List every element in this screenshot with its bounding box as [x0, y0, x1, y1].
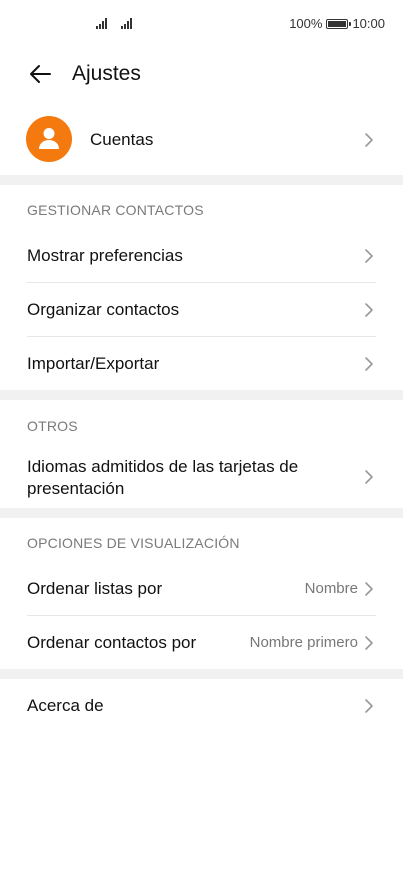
section-header-manage: GESTIONAR CONTACTOS	[27, 202, 204, 218]
chevron-right-icon	[363, 301, 375, 319]
row-organize-contacts[interactable]: Organizar contactos	[0, 284, 403, 336]
row-sort-lists[interactable]: Ordenar listas por Nombre	[0, 563, 403, 615]
section-gap	[0, 390, 403, 400]
battery-percent: 100%	[289, 16, 323, 31]
chevron-right-icon	[363, 355, 375, 373]
clock: 10:00	[352, 16, 385, 31]
signal-icon	[96, 17, 107, 29]
accounts-label: Cuentas	[90, 130, 154, 149]
section-gap	[0, 669, 403, 679]
divider	[27, 336, 376, 337]
row-sort-contacts[interactable]: Ordenar contactos por Nombre primero	[0, 617, 403, 669]
row-import-export[interactable]: Importar/Exportar	[0, 338, 403, 390]
row-label: Ordenar listas por	[27, 579, 163, 598]
back-arrow-icon[interactable]	[26, 60, 54, 88]
chevron-right-icon	[363, 634, 375, 652]
row-show-preferences[interactable]: Mostrar preferencias	[0, 231, 403, 282]
chevron-right-icon	[363, 580, 375, 598]
signal-icon-2	[121, 17, 132, 29]
chevron-right-icon	[363, 247, 375, 265]
row-about[interactable]: Acerca de	[0, 680, 403, 732]
chevron-right-icon	[363, 131, 375, 149]
row-label: Importar/Exportar	[27, 354, 160, 373]
row-label: Idiomas admitidos de las tarjetas de pre…	[27, 457, 299, 498]
section-gap	[0, 508, 403, 518]
person-icon	[39, 128, 59, 149]
row-value: Nombre primero	[249, 634, 358, 651]
row-label: Mostrar preferencias	[27, 246, 183, 265]
divider	[27, 282, 376, 283]
chevron-right-icon	[363, 468, 375, 486]
divider	[27, 615, 376, 616]
section-header-others: OTROS	[27, 418, 78, 434]
accounts-row[interactable]: Cuentas	[0, 114, 403, 168]
battery-icon	[326, 18, 352, 29]
section-header-display: OPCIONES DE VISUALIZACIÓN	[27, 535, 240, 551]
row-value: Nombre	[304, 580, 358, 597]
section-gap	[0, 175, 403, 185]
page-title: Ajustes	[72, 62, 141, 85]
row-label: Organizar contactos	[27, 300, 180, 319]
app-header: Ajustes	[0, 52, 403, 96]
status-right: 100% 10:00	[289, 16, 385, 31]
row-label: Ordenar contactos por	[27, 633, 197, 652]
chevron-right-icon	[363, 697, 375, 715]
avatar	[26, 116, 72, 162]
status-bar: 100% 10:00	[0, 0, 403, 48]
row-card-languages[interactable]: Idiomas admitidos de las tarjetas de pre…	[0, 448, 403, 508]
row-label: Acerca de	[27, 696, 104, 715]
